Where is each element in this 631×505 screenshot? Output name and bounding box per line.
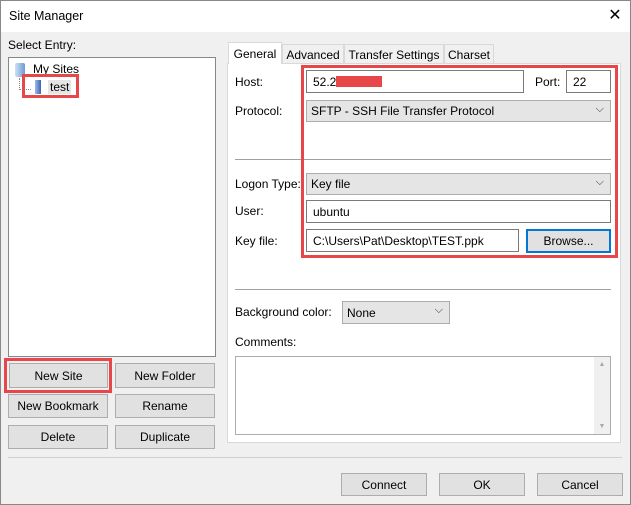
divider bbox=[235, 289, 611, 290]
highlight-box bbox=[4, 358, 112, 393]
comments-label: Comments: bbox=[235, 335, 297, 349]
delete-button[interactable]: Delete bbox=[8, 425, 108, 449]
title-bar bbox=[1, 1, 630, 32]
background-color-select[interactable]: None ⌵ bbox=[342, 301, 450, 324]
cancel-button[interactable]: Cancel bbox=[537, 473, 623, 496]
tab-charset[interactable]: Charset bbox=[444, 44, 494, 64]
tab-transfer-settings[interactable]: Transfer Settings bbox=[344, 44, 444, 64]
scroll-up-icon[interactable]: ▲ bbox=[594, 361, 610, 368]
user-label: User: bbox=[235, 204, 264, 218]
divider bbox=[8, 457, 622, 458]
new-folder-button[interactable]: New Folder bbox=[115, 363, 215, 388]
highlight-box bbox=[301, 65, 618, 258]
connect-button[interactable]: Connect bbox=[341, 473, 427, 496]
background-color-value: None bbox=[347, 305, 376, 320]
comments-textarea[interactable]: ▲ ▼ bbox=[235, 356, 611, 435]
tab-general[interactable]: General bbox=[228, 42, 282, 64]
new-bookmark-button[interactable]: New Bookmark bbox=[8, 394, 108, 418]
select-entry-label: Select Entry: bbox=[8, 38, 77, 52]
logon-type-label: Logon Type: bbox=[235, 177, 301, 191]
rename-button[interactable]: Rename bbox=[115, 394, 215, 418]
comments-scrollbar[interactable]: ▲ ▼ bbox=[594, 357, 610, 434]
duplicate-button[interactable]: Duplicate bbox=[115, 425, 215, 449]
ok-button[interactable]: OK bbox=[439, 473, 525, 496]
scroll-down-icon[interactable]: ▼ bbox=[594, 423, 610, 430]
close-icon[interactable]: ✕ bbox=[604, 5, 626, 27]
protocol-label: Protocol: bbox=[235, 104, 283, 118]
site-tree[interactable]: My Sites test bbox=[8, 57, 216, 357]
highlight-box bbox=[22, 74, 79, 98]
key-file-label: Key file: bbox=[235, 234, 278, 248]
chevron-down-icon: ⌵ bbox=[434, 304, 443, 316]
host-label: Host: bbox=[235, 75, 264, 89]
window-title: Site Manager bbox=[9, 9, 84, 23]
tab-advanced[interactable]: Advanced bbox=[282, 44, 344, 64]
background-color-label: Background color: bbox=[235, 305, 332, 319]
